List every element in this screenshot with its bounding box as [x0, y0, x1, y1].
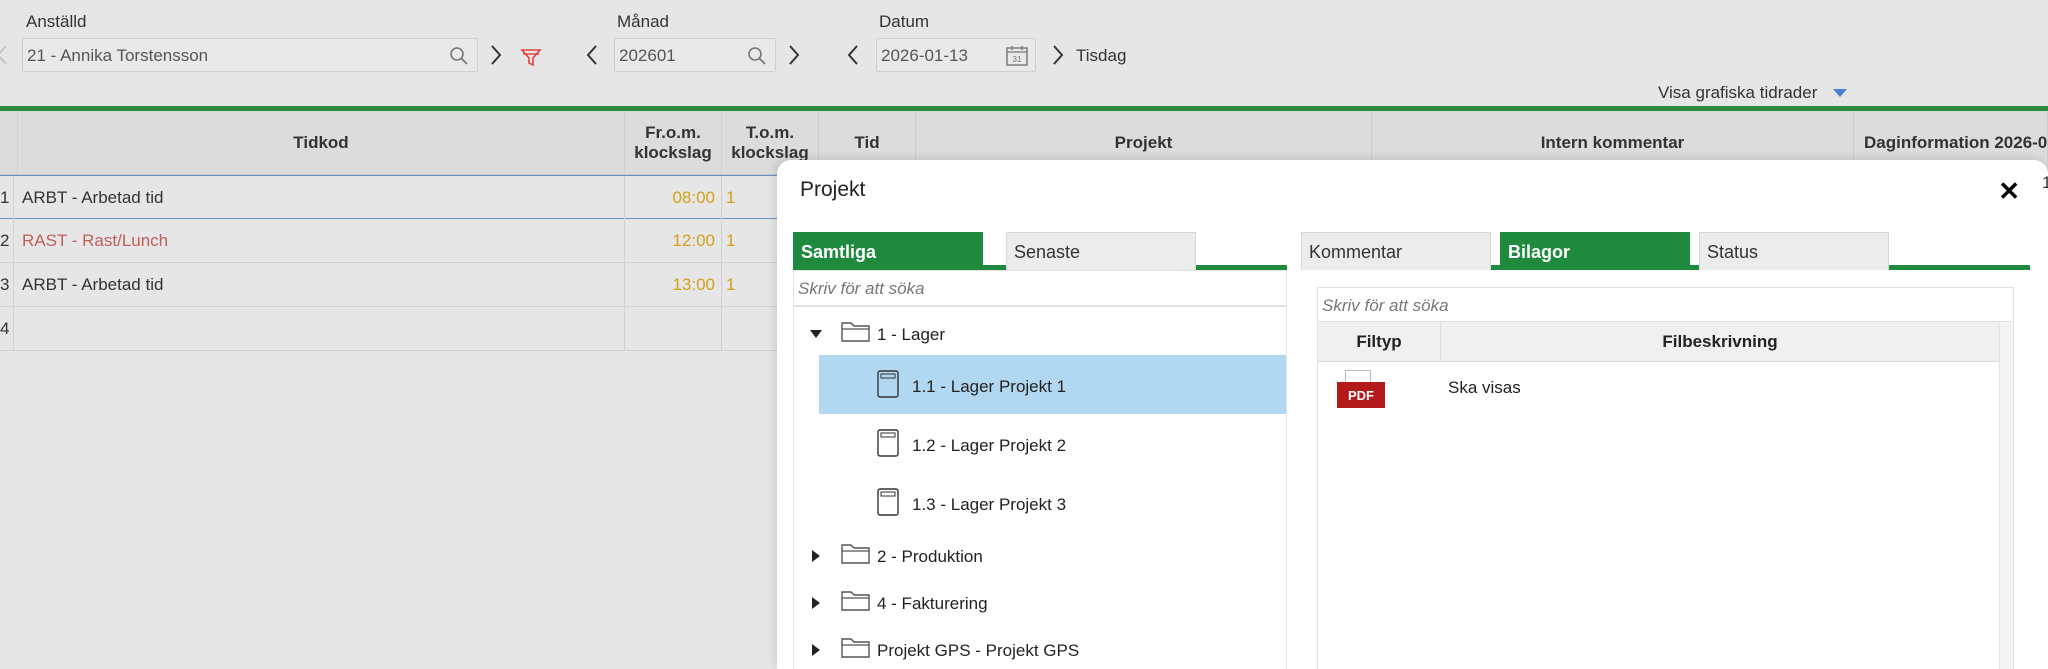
caret-right-icon[interactable]	[809, 643, 823, 657]
col-header-from-line1: Fr.o.m.	[645, 122, 701, 142]
tree-node-label: 2 - Produktion	[877, 547, 983, 566]
col-header-filbeskrivning[interactable]: Filbeskrivning	[1441, 322, 1999, 362]
close-icon[interactable]: ✕	[1998, 176, 2020, 207]
tree-node-label: 1.1 - Lager Projekt 1	[912, 377, 1067, 396]
prev-employee-chevron-icon[interactable]	[0, 44, 10, 66]
left-tab-bar: Samtliga Senaste	[793, 232, 1287, 270]
month-value: 202601	[619, 46, 676, 65]
filter-icon[interactable]	[520, 46, 542, 68]
search-icon[interactable]	[449, 46, 469, 66]
col-header-from-line2: klockslag	[634, 142, 712, 162]
tree-node-1-3-lager-projekt-3[interactable]: 1.3 - Lager Projekt 3	[794, 473, 1286, 527]
month-field[interactable]: 202601	[614, 38, 776, 72]
tree-node-label: 4 - Fakturering	[877, 594, 988, 613]
row-number: 3	[0, 263, 14, 306]
date-value: 2026-01-13	[881, 46, 968, 65]
right-tab-bar: Kommentar Bilagor Status	[1301, 232, 2030, 270]
search-icon[interactable]	[747, 46, 767, 66]
date-field[interactable]: 2026-01-13 31	[876, 38, 1036, 72]
caret-right-icon[interactable]	[809, 596, 823, 610]
caret-right-icon[interactable]	[809, 549, 823, 563]
next-month-chevron-icon[interactable]	[786, 44, 802, 66]
tidkod-cell[interactable]	[18, 307, 625, 350]
from-time-cell[interactable]	[625, 307, 722, 350]
folder-open-icon	[841, 322, 870, 342]
projekt-dialog: Projekt ✕ Samtliga Senaste Skriv för att…	[777, 160, 2048, 669]
dialog-title: Projekt	[800, 178, 866, 201]
tree-node-1-1-lager-projekt-1[interactable]: 1.1 - Lager Projekt 1	[819, 355, 1286, 414]
tab-bilagor[interactable]: Bilagor	[1500, 232, 1690, 270]
tab-senaste[interactable]: Senaste	[1006, 232, 1196, 270]
row-number: 2	[0, 219, 14, 262]
next-employee-chevron-icon[interactable]	[488, 44, 504, 66]
folder-icon	[841, 544, 870, 564]
from-time-cell[interactable]: 08:00	[625, 176, 722, 219]
grid-edge-fragment: 1	[2042, 173, 2048, 192]
row-number: 4	[0, 307, 14, 350]
from-time-cell[interactable]: 13:00	[625, 263, 722, 306]
attachments-scrollbar[interactable]	[1999, 322, 2013, 669]
col-header-filtyp[interactable]: Filtyp	[1318, 322, 1441, 362]
month-label: Månad	[617, 12, 669, 31]
tree-node-2-produktion[interactable]: 2 - Produktion	[794, 529, 1286, 583]
employee-label: Anställd	[26, 12, 87, 31]
folder-icon	[841, 638, 870, 658]
folder-icon	[841, 591, 870, 611]
caret-down-icon[interactable]	[1832, 88, 1848, 98]
row-number-header	[0, 111, 18, 175]
pdf-badge: PDF	[1337, 382, 1385, 408]
col-header-from[interactable]: Fr.o.m. klockslag	[625, 111, 722, 175]
attachments-header: Filtyp Filbeskrivning	[1318, 322, 1999, 362]
tidkod-cell[interactable]: RAST - Rast/Lunch	[18, 219, 625, 262]
employee-value: 21 - Annika Torstensson	[27, 46, 209, 65]
col-header-tidkod[interactable]: Tidkod	[18, 111, 625, 175]
tree-node-projekt-gps[interactable]: Projekt GPS - Projekt GPS	[794, 623, 1286, 669]
col-header-tom-line1: T.o.m.	[745, 122, 795, 142]
svg-text:31: 31	[1013, 55, 1022, 64]
tab-kommentar[interactable]: Kommentar	[1301, 232, 1491, 270]
project-document-icon	[877, 429, 899, 457]
prev-month-chevron-icon[interactable]	[584, 44, 600, 66]
tab-samtliga[interactable]: Samtliga	[793, 232, 983, 270]
tree-node-4-fakturering[interactable]: 4 - Fakturering	[794, 576, 1286, 630]
day-name: Tisdag	[1076, 46, 1127, 65]
calendar-icon[interactable]: 31	[1005, 45, 1029, 67]
filter-bar: Anställd 21 - Annika Torstensson Månad 2…	[0, 0, 2048, 106]
tab-status[interactable]: Status	[1699, 232, 1889, 270]
caret-down-icon[interactable]	[809, 327, 823, 341]
tidkod-cell[interactable]: ARBT - Arbetad tid	[18, 176, 625, 219]
tree-search-input[interactable]: Skriv för att söka	[793, 270, 1287, 306]
tree-node-label: 1.2 - Lager Projekt 2	[912, 436, 1067, 455]
project-tree: 1 - Lager 1.1 - Lager Projekt 1 1.2 - La…	[793, 306, 1287, 669]
date-label: Datum	[879, 12, 930, 31]
tree-node-label: Projekt GPS - Projekt GPS	[877, 641, 1080, 660]
prev-date-chevron-icon[interactable]	[845, 44, 861, 66]
tree-node-1-2-lager-projekt-2[interactable]: 1.2 - Lager Projekt 2	[794, 414, 1286, 468]
project-document-icon	[877, 370, 899, 398]
row-number: 1	[0, 176, 14, 219]
attachment-description[interactable]: Ska visas	[1448, 378, 1521, 398]
project-document-icon	[877, 488, 899, 516]
from-time-cell[interactable]: 12:00	[625, 219, 722, 262]
attachments-panel: Skriv för att söka Filtyp Filbeskrivning…	[1317, 287, 2014, 669]
next-date-chevron-icon[interactable]	[1050, 44, 1066, 66]
tree-node-label: 1 - Lager	[877, 325, 946, 344]
employee-field[interactable]: 21 - Annika Torstensson	[22, 38, 478, 72]
tree-node-1-lager[interactable]: 1 - Lager	[794, 307, 1286, 361]
pdf-icon[interactable]: PDF	[1337, 370, 1387, 410]
tree-node-label: 1.3 - Lager Projekt 3	[912, 495, 1067, 514]
tidkod-cell[interactable]: ARBT - Arbetad tid	[18, 263, 625, 306]
attachments-search-input[interactable]: Skriv för att söka	[1318, 288, 2013, 322]
visa-grafiska-tidrader-toggle[interactable]: Visa grafiska tidrader	[1658, 83, 1817, 103]
